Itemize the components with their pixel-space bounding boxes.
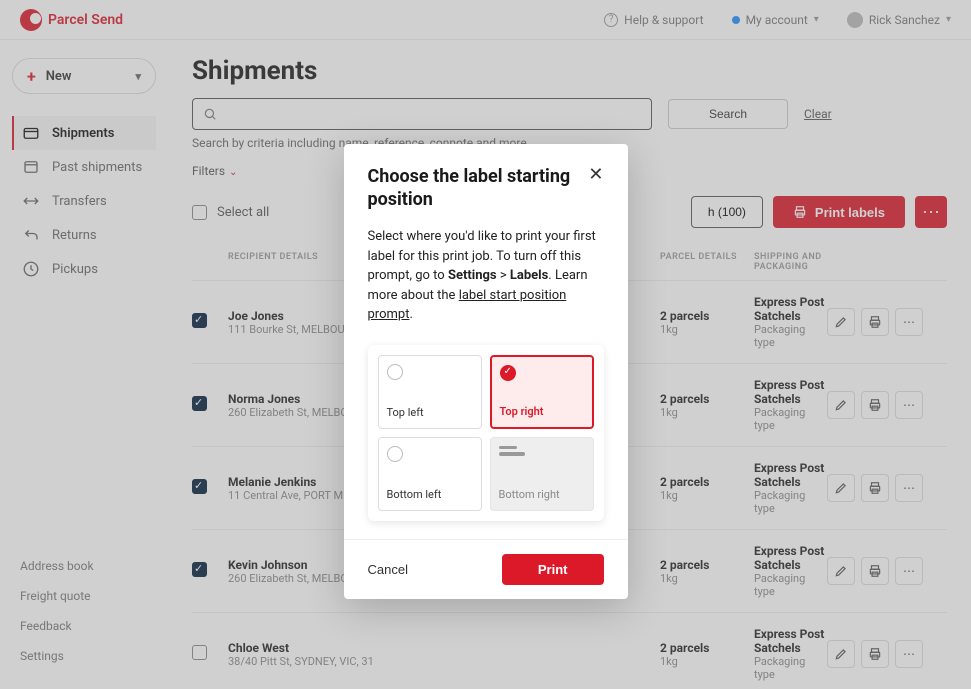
used-slot-icon — [499, 446, 585, 456]
print-button[interactable]: Print — [502, 554, 604, 585]
radio-icon — [500, 365, 516, 381]
modal-title: Choose the label starting position — [368, 166, 579, 211]
modal-description: Select where you'd like to print your fi… — [368, 227, 604, 325]
modal-overlay: Choose the label starting position ✕ Sel… — [0, 0, 971, 689]
option-top-left[interactable]: Top left — [378, 355, 482, 429]
position-picker: Top left Top right Bottom left Bottom ri… — [368, 345, 604, 521]
radio-icon — [387, 364, 403, 380]
radio-icon — [387, 446, 403, 462]
option-bottom-right[interactable]: Bottom right — [490, 437, 594, 511]
cancel-button[interactable]: Cancel — [368, 562, 408, 577]
option-top-right[interactable]: Top right — [490, 355, 594, 429]
option-bottom-left[interactable]: Bottom left — [378, 437, 482, 511]
close-icon[interactable]: ✕ — [588, 166, 603, 184]
modal: Choose the label starting position ✕ Sel… — [344, 144, 628, 599]
